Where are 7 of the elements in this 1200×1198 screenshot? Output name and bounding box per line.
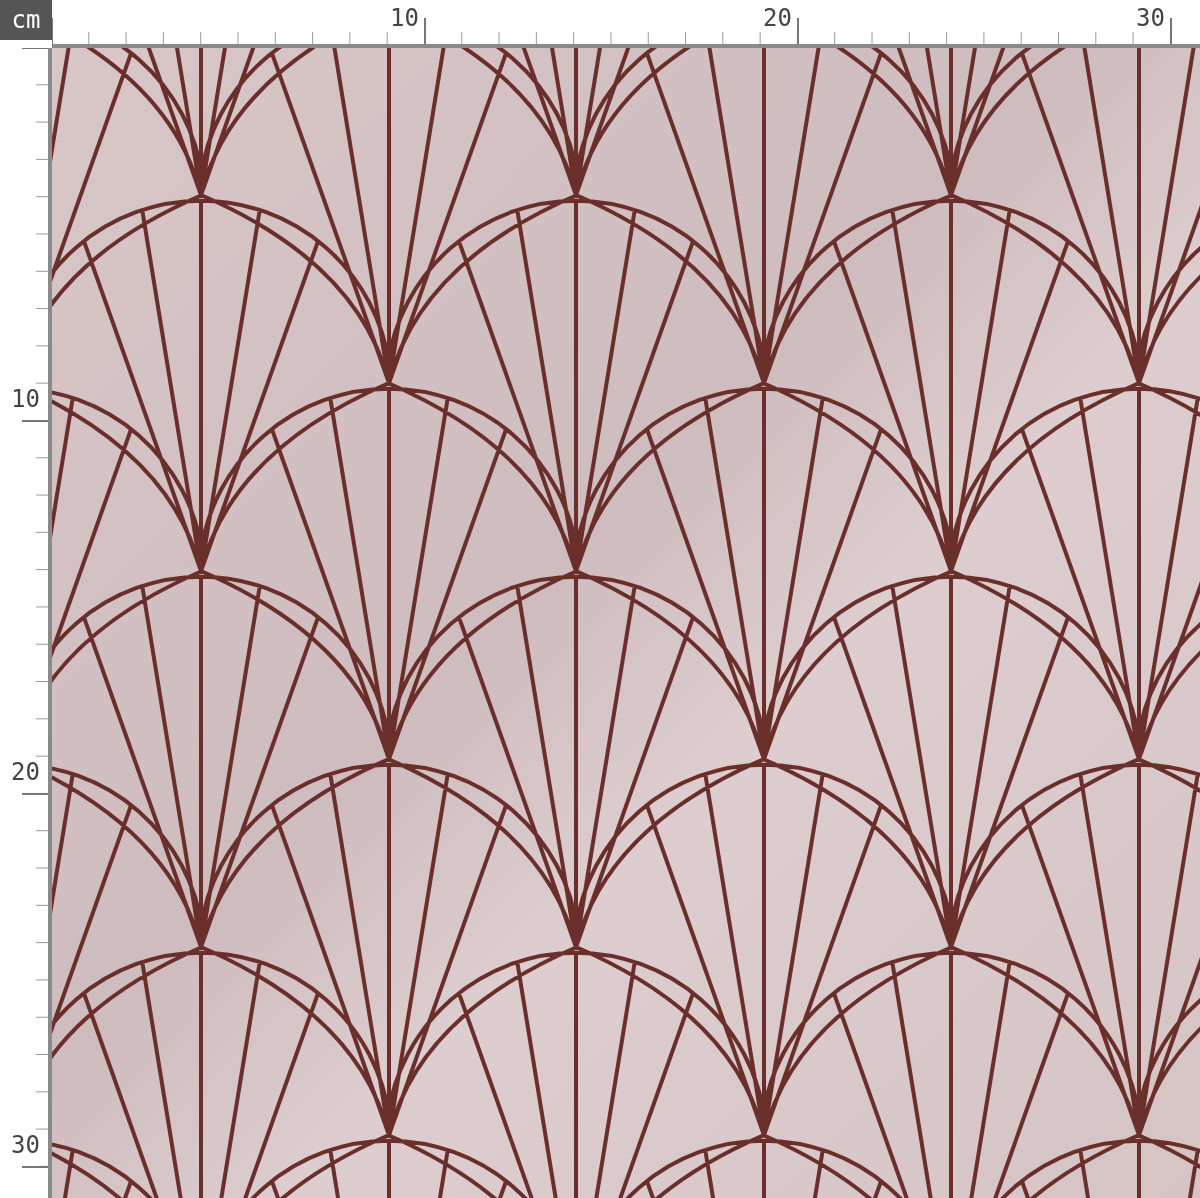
ruler-label: 10 [390, 3, 420, 32]
ruler-label: 20 [763, 3, 793, 32]
ruler-label: 20 [11, 758, 41, 788]
ruler-label: 10 [11, 385, 41, 415]
unit-label: cm [0, 0, 52, 40]
ruler-label: 30 [11, 1131, 41, 1161]
ruler-label: 30 [1136, 3, 1166, 32]
